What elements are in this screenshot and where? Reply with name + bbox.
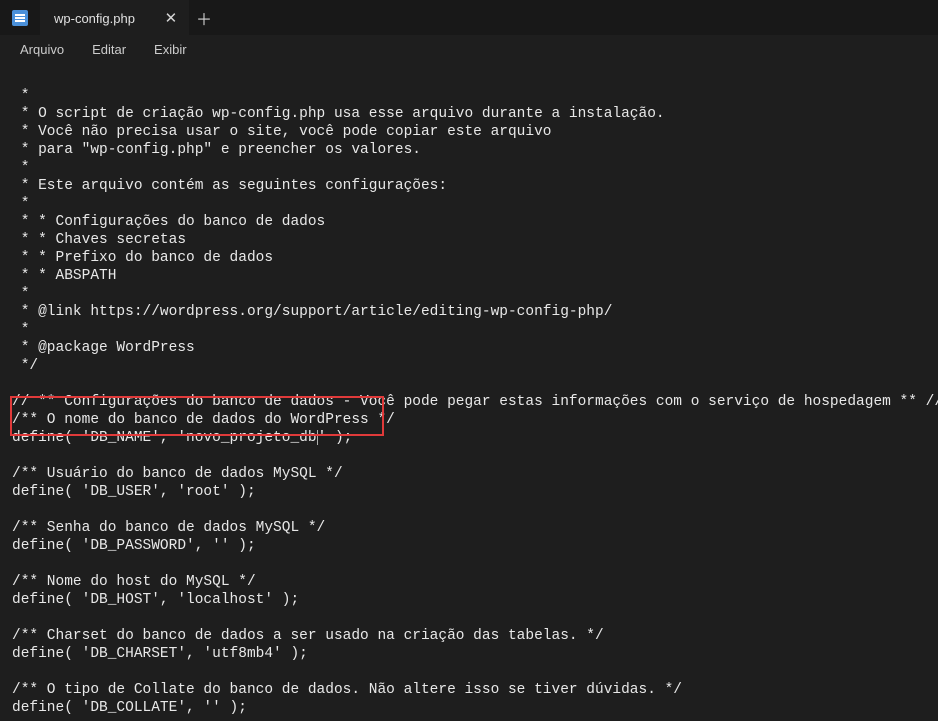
code-line: /** Senha do banco de dados MySQL */ [12, 520, 325, 536]
code-line: */ [12, 358, 38, 374]
code-line: * [12, 160, 29, 176]
code-line: * @package WordPress [12, 340, 195, 356]
code-line: define( 'DB_CHARSET', 'utf8mb4' ); [12, 646, 308, 662]
app-icon [0, 10, 40, 26]
code-line: /** O nome do banco de dados do WordPres… [12, 412, 395, 428]
code-line: * [12, 88, 29, 104]
code-line: * O script de criação wp-config.php usa … [12, 106, 665, 122]
code-line: define( 'DB_USER', 'root' ); [12, 484, 256, 500]
code-line: define( 'DB_NAME', 'novo_projeto_db' ); [12, 430, 352, 446]
title-bar: wp-config.php ✕ ＋ [0, 0, 938, 35]
code-line: * Este arquivo contém as seguintes confi… [12, 178, 447, 194]
code-line: * * Chaves secretas [12, 232, 186, 248]
code-line: * @link https://wordpress.org/support/ar… [12, 304, 612, 320]
tab-filename: wp-config.php [54, 11, 135, 26]
code-line: define( 'DB_HOST', 'localhost' ); [12, 592, 299, 608]
menu-arquivo[interactable]: Arquivo [8, 38, 76, 61]
new-tab-button[interactable]: ＋ [189, 6, 219, 30]
code-line: // ** Configurações do banco de dados - … [12, 394, 938, 410]
code-line: * [12, 322, 29, 338]
code-line: /** Charset do banco de dados a ser usad… [12, 628, 604, 644]
code-line: define( 'DB_COLLATE', '' ); [12, 700, 247, 716]
file-tab[interactable]: wp-config.php ✕ [40, 0, 189, 35]
menu-bar: Arquivo Editar Exibir [0, 35, 938, 65]
close-icon[interactable]: ✕ [163, 10, 179, 26]
code-line: /** O tipo de Collate do banco de dados.… [12, 682, 682, 698]
code-line: * [12, 196, 29, 212]
code-editor[interactable]: * * O script de criação wp-config.php us… [0, 65, 938, 721]
menu-exibir[interactable]: Exibir [142, 38, 199, 61]
code-line: * * Prefixo do banco de dados [12, 250, 273, 266]
code-line: * [12, 286, 29, 302]
menu-editar[interactable]: Editar [80, 38, 138, 61]
code-line: /** Usuário do banco de dados MySQL */ [12, 466, 343, 482]
code-line: * * Configurações do banco de dados [12, 214, 325, 230]
code-line: * para "wp-config.php" e preencher os va… [12, 142, 421, 158]
notepad-icon [12, 10, 28, 26]
code-line: /** Nome do host do MySQL */ [12, 574, 256, 590]
code-line: * Você não precisa usar o site, você pod… [12, 124, 552, 140]
code-line: * * ABSPATH [12, 268, 116, 284]
code-line: define( 'DB_PASSWORD', '' ); [12, 538, 256, 554]
